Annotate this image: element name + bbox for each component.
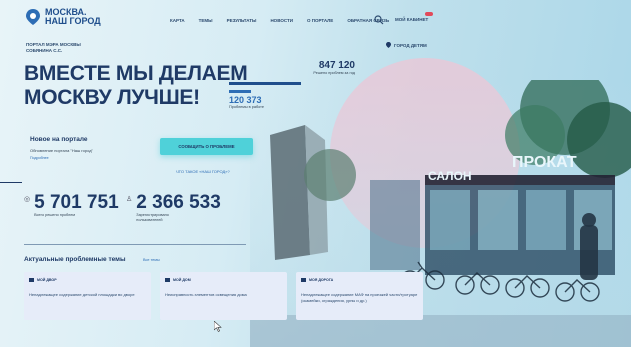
what-is-our-city-link[interactable]: ЧТО ТАКОЕ «НАШ ГОРОД»? xyxy=(176,169,230,174)
solved-progress-bar xyxy=(229,82,301,85)
solved-year-stat: 847 120 Решено проблем за год xyxy=(313,60,355,75)
my-cabinet-link[interactable]: МОЙ КАБИНЕТ xyxy=(395,17,428,22)
location-pin-icon xyxy=(386,42,391,48)
house-icon xyxy=(165,278,170,282)
nav-item-results[interactable]: РЕЗУЛЬТАТЫ xyxy=(227,18,257,23)
report-problem-button[interactable]: СООБЩИТЬ О ПРОБЛЕМЕ xyxy=(160,138,253,155)
logo[interactable]: МОСКВА. НАШ ГОРОД xyxy=(26,8,101,26)
topics-title: Актуальные проблемные темы xyxy=(24,256,126,263)
topic-card[interactable]: МОЙ ДОМ Неисправность элементов освещени… xyxy=(160,272,287,320)
logo-text: МОСКВА. НАШ ГОРОД xyxy=(45,7,101,26)
section-divider xyxy=(24,244,246,245)
topic-card[interactable]: МОЙ ДВОР Ненадлежащее содержание детской… xyxy=(24,272,151,320)
left-accent-line xyxy=(0,182,22,183)
main-nav: КАРТА ТЕМЫ РЕЗУЛЬТАТЫ НОВОСТИ О ПОРТАЛЕ … xyxy=(170,18,389,23)
all-topics-link[interactable]: Все темы xyxy=(143,258,160,262)
map-pin-logo-icon xyxy=(26,9,40,25)
top-header: МОСКВА. НАШ ГОРОД КАРТА ТЕМЫ РЕЗУЛЬТАТЫ … xyxy=(0,0,631,38)
yard-icon xyxy=(29,278,34,282)
check-circle-icon: ◎ xyxy=(24,196,31,203)
nav-item-news[interactable]: НОВОСТИ xyxy=(270,18,293,23)
hero-headline: ВМЕСТЕ МЫ ДЕЛАЕМ МОСКВУ ЛУЧШЕ! xyxy=(24,62,248,109)
news-text[interactable]: Обновление портала "Наш город" xyxy=(30,148,93,153)
in-work-stat: 120 373 Проблемы в работе xyxy=(229,95,264,109)
news-more-link[interactable]: Подробнее xyxy=(30,156,93,160)
topic-card[interactable]: МОЯ ДОРОГА Ненадлежащее содержание МАФ н… xyxy=(296,272,423,320)
notification-badge xyxy=(425,12,433,16)
kiosk-sign-right: ПРОКАТ xyxy=(512,154,577,171)
in-work-progress-bar xyxy=(229,90,251,93)
nav-item-topics[interactable]: ТЕМЫ xyxy=(199,18,213,23)
portal-caption: ПОРТАЛ МЭРА МОСКВЫ СОБЯНИНА С.С. xyxy=(26,42,81,53)
registered-users-stat: ♙ 2 366 533 Зарегистрировано пользовател… xyxy=(126,192,221,223)
user-icon: ♙ xyxy=(126,196,133,203)
total-solved-stat: ◎ 5 701 751 Всего решено проблем xyxy=(24,192,119,218)
road-icon xyxy=(301,278,306,282)
news-block: Новое на портале Обновление портала "Наш… xyxy=(30,136,93,160)
search-icon[interactable] xyxy=(374,15,384,25)
nav-item-map[interactable]: КАРТА xyxy=(170,18,185,23)
city-for-kids-link[interactable]: ГОРОД ДЕТЯМ xyxy=(386,42,427,48)
nav-item-about[interactable]: О ПОРТАЛЕ xyxy=(307,18,333,23)
mouse-cursor-icon xyxy=(214,321,222,332)
kiosk-sign-left: САЛОН xyxy=(428,169,472,183)
news-title: Новое на портале xyxy=(30,136,88,143)
